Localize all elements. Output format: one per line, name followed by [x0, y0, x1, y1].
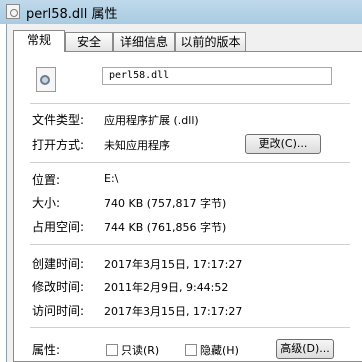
modified-value: 2011年2月9日, 9:44:52 [104, 281, 229, 294]
accessed-value: 2017年3月15日, 17:17:27 [104, 305, 243, 318]
window-title: perl58.dll 属性 [26, 7, 118, 22]
hidden-label: 隐藏(H) [200, 344, 239, 357]
readonly-label: 只读(R) [121, 344, 160, 357]
opens-with-value: 未知应用程序 [104, 139, 170, 152]
change-button[interactable]: 更改(C)... [245, 134, 321, 154]
tab-general[interactable]: 常规 [13, 30, 65, 52]
size-value: 740 KB (757,817 字节) [104, 197, 227, 210]
divider [30, 244, 350, 245]
file-type-label: 文件类型: [32, 113, 85, 127]
advanced-button[interactable]: 高级(D)... [276, 339, 334, 359]
divider [30, 103, 350, 104]
tab-security[interactable]: 安全 [65, 32, 113, 51]
created-value: 2017年3月15日, 17:17:27 [104, 258, 243, 271]
file-name-field[interactable]: perl58.dll [102, 67, 332, 85]
attributes-label: 属性: [32, 343, 61, 357]
opens-with-label: 打开方式: [32, 138, 85, 152]
file-icon [6, 4, 20, 19]
dll-file-icon [36, 67, 56, 92]
accessed-label: 访问时间: [32, 304, 85, 318]
divider [30, 162, 350, 163]
tab-details[interactable]: 详细信息 [113, 32, 175, 51]
divider [30, 327, 350, 328]
size-on-disk-value: 744 KB (761,856 字节) [104, 221, 227, 234]
size-label: 大小: [32, 196, 61, 210]
hidden-checkbox[interactable] [185, 344, 197, 356]
modified-label: 修改时间: [32, 280, 85, 294]
location-label: 位置: [32, 173, 61, 187]
title-bar: perl58.dll 属性 [0, 0, 362, 24]
file-type-value: 应用程序扩展 (.dll) [104, 114, 199, 127]
size-on-disk-label: 占用空间: [32, 220, 85, 234]
tab-previous-versions[interactable]: 以前的版本 [175, 32, 246, 51]
gear-icon [40, 75, 50, 85]
readonly-checkbox[interactable] [106, 344, 118, 356]
location-value: E:\ [104, 172, 119, 185]
created-label: 创建时间: [32, 257, 85, 271]
